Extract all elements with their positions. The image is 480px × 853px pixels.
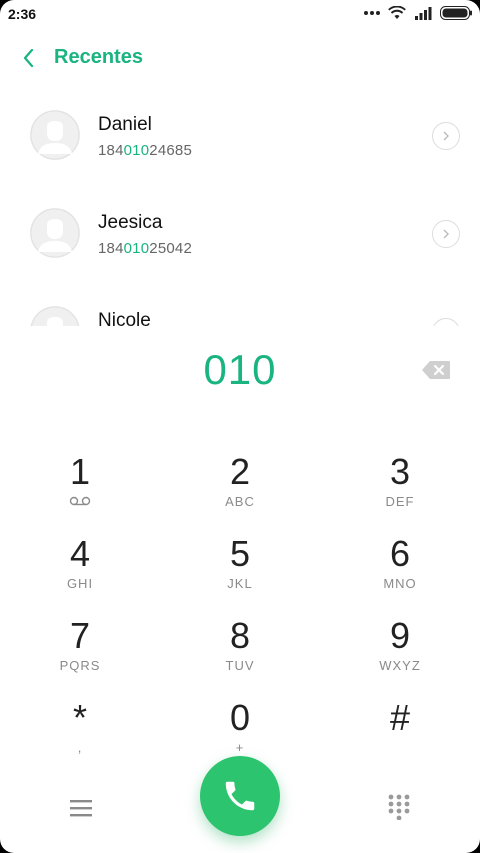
- person-icon: [31, 306, 79, 326]
- contact-name: Jeesica: [98, 212, 163, 233]
- keypad-row: 1 2 ABC 3 DEF: [0, 450, 480, 532]
- phone-icon: [225, 781, 255, 811]
- key-letters: +: [235, 740, 245, 755]
- chevron-right-icon: [443, 229, 449, 239]
- keypad: 1 2 ABC 3 DEF 4 GHI 5 JKL 6 MNO 7 PQRS 8…: [0, 450, 480, 778]
- avatar: [30, 306, 80, 326]
- details-button[interactable]: [432, 220, 460, 248]
- key-digit: 3: [389, 451, 411, 492]
- key-digit: 8: [229, 615, 251, 656]
- dialpad-icon[interactable]: [386, 794, 412, 820]
- list-item[interactable]: Daniel 18401024685: [0, 92, 480, 190]
- menu-icon[interactable]: [70, 798, 92, 818]
- dialed-number: 010: [203, 346, 277, 393]
- header: Recentes: [0, 40, 480, 76]
- key-3[interactable]: 3 DEF: [320, 450, 480, 532]
- voicemail-icon: [0, 494, 160, 509]
- chevron-right-icon: [443, 131, 449, 141]
- status-time: 2:36: [8, 6, 37, 22]
- key-7[interactable]: 7 PQRS: [0, 614, 160, 696]
- keypad-row: 7 PQRS 8 TUV 9 WXYZ: [0, 614, 480, 696]
- contact-name: Daniel: [98, 114, 152, 135]
- key-letters: WXYZ: [379, 658, 421, 673]
- key-8[interactable]: 8 TUV: [160, 614, 320, 696]
- key-digit: 6: [389, 533, 411, 574]
- avatar: [30, 110, 80, 160]
- key-digit: 0: [229, 697, 251, 738]
- key-digit: 7: [69, 615, 91, 656]
- key-digit: 1: [69, 451, 91, 492]
- key-letters: TUV: [225, 658, 255, 673]
- person-icon: [30, 110, 80, 160]
- key-digit: 2: [229, 451, 251, 492]
- more-dots-icon: [364, 11, 380, 15]
- key-letters: DEF: [385, 494, 415, 509]
- key-digit: 9: [389, 615, 411, 656]
- key-letters: JKL: [227, 576, 253, 591]
- backspace-icon[interactable]: [421, 360, 451, 380]
- key-2[interactable]: 2 ABC: [160, 450, 320, 532]
- key-digit: *: [72, 697, 87, 738]
- recents-list: Daniel 18401024685 Jeesica 18401025042 N…: [0, 92, 480, 326]
- details-button[interactable]: [432, 318, 460, 326]
- keypad-row: 4 GHI 5 JKL 6 MNO: [0, 532, 480, 614]
- key-letters: ABC: [225, 494, 255, 509]
- key-letters: MNO: [383, 576, 417, 591]
- bottom-bar: [0, 756, 480, 840]
- key-letters: GHI: [66, 576, 94, 591]
- call-button[interactable]: [200, 756, 280, 836]
- key-letters: PQRS: [59, 658, 101, 673]
- battery-icon: [440, 6, 472, 20]
- list-item[interactable]: Nicole: [0, 288, 480, 326]
- contact-name: Nicole: [98, 310, 151, 326]
- key-digit: 5: [229, 533, 251, 574]
- contact-number: 18401025042: [98, 240, 192, 257]
- key-letters: ,: [77, 740, 83, 755]
- key-4[interactable]: 4 GHI: [0, 532, 160, 614]
- avatar: [30, 208, 80, 258]
- key-6[interactable]: 6 MNO: [320, 532, 480, 614]
- status-bar: 2:36: [0, 0, 480, 28]
- list-item[interactable]: Jeesica 18401025042: [0, 190, 480, 288]
- key-9[interactable]: 9 WXYZ: [320, 614, 480, 696]
- wifi-icon: [388, 6, 406, 19]
- signal-icon: [415, 7, 432, 20]
- details-button[interactable]: [432, 122, 460, 150]
- chevron-left-icon[interactable]: [18, 46, 42, 70]
- key-1[interactable]: 1: [0, 450, 160, 532]
- page-title: Recentes: [54, 46, 143, 68]
- dialer-screen: 2:36 Recentes Daniel 18401024685 Jeesica…: [0, 0, 480, 853]
- person-icon: [30, 208, 80, 258]
- status-icons: [364, 6, 472, 20]
- contact-number: 18401024685: [98, 142, 192, 159]
- key-digit: #: [389, 697, 411, 738]
- key-digit: 4: [69, 533, 91, 574]
- key-5[interactable]: 5 JKL: [160, 532, 320, 614]
